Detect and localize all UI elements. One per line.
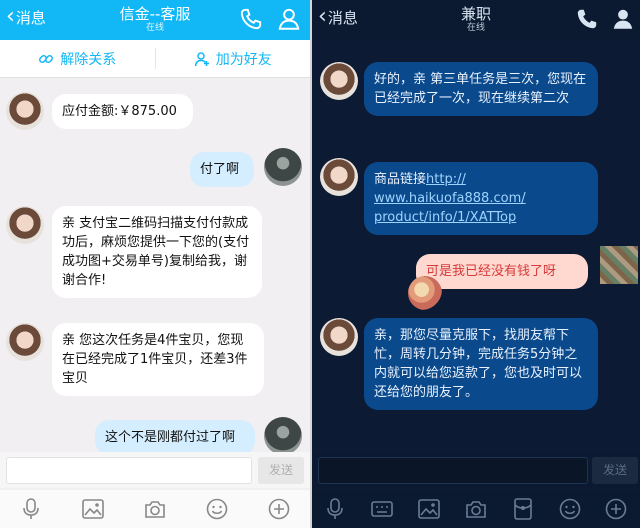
- my-avatar[interactable]: [264, 148, 302, 186]
- input-toolbar: [312, 490, 640, 528]
- redpacket-icon[interactable]: [510, 496, 536, 522]
- message-bubble: 亲 您这次任务是4件宝贝，您现在已经完成了1件宝贝，还差3件宝贝: [52, 323, 264, 396]
- send-button[interactable]: 发送: [592, 457, 638, 484]
- message-bubble: 好的，亲 第三单任务是三次，您现在已经完成了一次，现在继续第二次: [364, 62, 598, 116]
- keyboard-icon[interactable]: [369, 496, 395, 522]
- microphone-icon[interactable]: [322, 496, 348, 522]
- add-friend-label: 加为好友: [215, 51, 272, 68]
- right-chat-screen: ‹ 消息 兼职 在线 好的，亲 第三单任务是三次，您现在已经完成了一次，现在继续…: [312, 0, 640, 528]
- message-bubble: 亲，那您尽量克服下，找朋友帮下忙，周转几分钟，完成任务5分钟之内就可以给您返款了…: [364, 318, 598, 410]
- phone-icon[interactable]: [574, 6, 600, 32]
- message-input[interactable]: [318, 457, 588, 484]
- message-bubble: 应付金额:￥875.00: [52, 94, 193, 129]
- add-friend-icon: [194, 51, 209, 66]
- link-message-bubble: 商品链接http:// www.haikuofa888.com/ product…: [364, 162, 598, 235]
- sticker-icon: [408, 276, 442, 310]
- contact-avatar[interactable]: [6, 92, 44, 130]
- my-avatar[interactable]: [600, 246, 638, 284]
- unfriend-label: 解除关系: [60, 51, 117, 68]
- plus-icon[interactable]: [603, 496, 629, 522]
- profile-icon[interactable]: [276, 6, 302, 32]
- microphone-icon[interactable]: [18, 496, 44, 522]
- message-input-bar: 发送: [312, 452, 640, 488]
- message-bubble: 付了啊: [190, 152, 254, 187]
- input-toolbar: [0, 490, 310, 528]
- send-button[interactable]: 发送: [258, 457, 304, 484]
- add-friend-button[interactable]: 加为好友: [156, 40, 311, 77]
- relationship-bar: 解除关系 加为好友: [0, 40, 310, 78]
- image-icon[interactable]: [80, 496, 106, 522]
- unfriend-button[interactable]: 解除关系: [0, 40, 155, 77]
- product-link-line[interactable]: http://: [426, 172, 466, 187]
- message-bubble: 这个不是刚都付过了啊: [95, 420, 255, 455]
- unlink-icon: [39, 54, 54, 63]
- camera-icon[interactable]: [463, 496, 489, 522]
- message-bubble: 亲 支付宝二维码扫描支付付款成功后，麻烦您提供一下您的(支付成功图+交易单号)复…: [52, 206, 262, 298]
- phone-icon[interactable]: [238, 6, 264, 32]
- contact-avatar[interactable]: [6, 206, 44, 244]
- image-icon[interactable]: [416, 496, 442, 522]
- plus-icon[interactable]: [266, 496, 292, 522]
- emoji-icon[interactable]: [204, 496, 230, 522]
- my-avatar[interactable]: [264, 417, 302, 455]
- contact-avatar[interactable]: [320, 158, 358, 196]
- message-bubble: 可是我已经没有钱了呀: [416, 254, 588, 289]
- left-chat-screen: ‹ 消息 信金--客服 在线 解除关系 加为好友 应付金额:￥875.00 付了…: [0, 0, 310, 528]
- product-link-line[interactable]: www.haikuofa888.com/: [374, 191, 526, 206]
- chat-header: ‹ 消息 信金--客服 在线: [0, 0, 310, 40]
- message-input-bar: 发送: [0, 452, 310, 488]
- chat-header: ‹ 消息 兼职 在线: [312, 0, 640, 40]
- profile-icon[interactable]: [610, 6, 636, 32]
- contact-avatar[interactable]: [320, 318, 358, 356]
- emoji-icon[interactable]: [557, 496, 583, 522]
- product-link-line[interactable]: product/info/1/XATTop: [374, 210, 516, 225]
- link-prefix: 商品链接: [374, 172, 427, 187]
- contact-avatar[interactable]: [320, 62, 358, 100]
- message-input[interactable]: [6, 457, 252, 484]
- contact-avatar[interactable]: [6, 323, 44, 361]
- camera-icon[interactable]: [142, 496, 168, 522]
